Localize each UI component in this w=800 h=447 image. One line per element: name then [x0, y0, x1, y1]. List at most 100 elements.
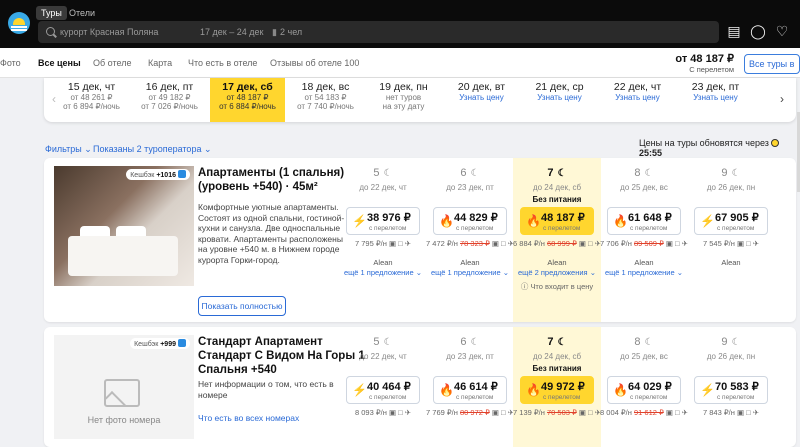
subnav-map[interactable]: Карта	[148, 58, 172, 68]
all-rooms-amenities-link[interactable]: Что есть во всех номерах	[198, 413, 299, 423]
logo[interactable]	[8, 12, 30, 34]
tab-hotels[interactable]: Отели	[64, 6, 100, 20]
nights-value: 5	[373, 336, 380, 348]
nights-value: 6	[460, 336, 467, 348]
lightning-icon: ⚡	[700, 214, 715, 228]
date-label: 15 дек, чт	[67, 81, 116, 93]
favorites-heart-icon[interactable]: ♡	[774, 24, 790, 38]
date-price-per-night: от 7 026 ₽/ночь	[141, 102, 198, 111]
filters-link[interactable]: Фильтры ⌄	[45, 144, 92, 155]
more-offers-link[interactable]: ещё 1 предложение ⌄	[600, 268, 688, 277]
moon-icon: ☾	[557, 168, 567, 179]
tour-price-label: с перелетом	[369, 225, 407, 232]
chat-icon[interactable]: ▤	[726, 24, 742, 38]
date-price-per-night: от 6 884 ₽/ночь	[219, 102, 276, 111]
whats-included-link[interactable]: ⓘ Что входит в цену	[513, 281, 601, 292]
tour-price-button[interactable]: ⚡ 70 583 ₽ с перелетом	[694, 376, 768, 404]
profile-icon[interactable]: ◯	[750, 24, 766, 38]
all-tours-button[interactable]: Все туры в	[744, 54, 800, 74]
nights-count: 6 ☾	[426, 336, 514, 348]
moon-icon: ☾	[470, 168, 480, 179]
nights-value: 9	[721, 167, 728, 179]
tour-price-button[interactable]: 🔥 61 648 ₽ с перелетом	[607, 207, 681, 235]
operators-filter[interactable]: Показаны 2 туроператора ⌄	[93, 144, 212, 155]
check-price-link[interactable]: Узнать цену	[678, 93, 753, 102]
more-offers-link[interactable]: ещё 1 предложение ⌄	[339, 268, 427, 277]
meal-type	[687, 195, 775, 207]
tour-price-button[interactable]: 🔥 44 829 ₽ с перелетом	[433, 207, 507, 235]
tour-price-button[interactable]: 🔥 64 029 ₽ с перелетом	[607, 376, 681, 404]
tour-price-label: с перелетом	[717, 225, 755, 232]
check-price-link[interactable]: Узнать цену	[522, 93, 597, 102]
search-field[interactable]: курорт Красная Поляна 17 дек – 24 дек ▮ …	[38, 21, 719, 43]
date-option[interactable]: 22 дек, чт Узнать цену	[600, 78, 675, 102]
cashback-badge: Кешбэк +999	[130, 338, 190, 349]
tour-end-date: до 25 дек, вс	[620, 352, 668, 361]
date-option[interactable]: 15 дек, чт от 48 261 ₽ от 6 894 ₽/ночь	[54, 78, 129, 111]
tour-price-button[interactable]: 🔥 48 187 ₽ с перелетом	[520, 207, 594, 235]
date-option[interactable]: 18 дек, вс от 54 183 ₽ от 7 740 ₽/ночь	[288, 78, 363, 111]
price-details: 7 706 ₽/н 89 509 ₽ ▣ □ ✈	[600, 239, 688, 248]
date-option[interactable]: 20 дек, вт Узнать цену	[444, 78, 519, 102]
hotel-subnav: Фото Все цены Об отеле Карта Что есть в …	[0, 48, 800, 78]
nights-count: 8 ☾	[600, 336, 688, 348]
tab-tours[interactable]: Туры	[36, 6, 67, 20]
subnav-reviews[interactable]: Отзывы об отеле 100	[270, 58, 359, 68]
tour-price-label: с перелетом	[543, 394, 581, 401]
tour-option: 5 ☾ до 22 дек, чт ⚡ 38 976 ₽ с перелетом 7 79…	[339, 158, 427, 322]
tour-price-label: с перелетом	[456, 225, 494, 232]
subnav-photo[interactable]: Фото	[0, 58, 21, 68]
tour-price-button[interactable]: ⚡ 67 905 ₽ с перелетом	[694, 207, 768, 235]
date-option[interactable]: 16 дек, пт от 49 182 ₽ от 7 026 ₽/ночь	[132, 78, 207, 111]
price-details: 7 472 ₽/н 78 323 ₽ ▣ □ ✈	[426, 239, 514, 248]
subnav-amenities[interactable]: Что есть в отеле	[188, 58, 257, 68]
price-per-night: 7 139 ₽/н	[513, 408, 545, 417]
min-price-value: от 48 187 ₽	[675, 53, 734, 65]
tour-price-label: с перелетом	[630, 394, 668, 401]
tour-price: 48 187 ₽	[541, 212, 585, 224]
more-offers-link[interactable]: ещё 1 предложение ⌄	[426, 268, 514, 277]
tour-price-button[interactable]: ⚡ 40 464 ₽ с перелетом	[346, 376, 420, 404]
nights-count: 6 ☾	[426, 167, 514, 179]
meal-type	[687, 364, 775, 376]
tour-price-button[interactable]: ⚡ 38 976 ₽ с перелетом	[346, 207, 420, 235]
moon-icon: ☾	[644, 168, 654, 179]
flight-hotel-icons: ▣ □ ✈	[736, 408, 760, 417]
cashback-label: Кешбэк	[134, 341, 159, 348]
no-photo-text: Нет фото номера	[87, 415, 161, 425]
subnav-all-prices[interactable]: Все цены	[38, 58, 81, 68]
subnav-about[interactable]: Об отеле	[93, 58, 131, 68]
check-price-link[interactable]: Узнать цену	[600, 93, 675, 102]
date-label: 22 дек, чт	[613, 81, 662, 93]
date-option[interactable]: 17 дек, сб от 48 187 ₽ от 6 884 ₽/ночь	[210, 78, 285, 122]
flight-hotel-icons: ▣ □ ✈	[578, 239, 601, 248]
tour-price: 44 829 ₽	[454, 212, 498, 224]
tour-price-button[interactable]: 🔥 46 614 ₽ с перелетом	[433, 376, 507, 404]
old-price: 80 972 ₽	[459, 408, 490, 417]
top-bar: Туры Отели курорт Красная Поляна 17 дек …	[0, 0, 800, 48]
moon-icon: ☾	[383, 168, 393, 179]
show-full-button[interactable]: Показать полностью	[198, 296, 286, 316]
date-price: нет туров	[385, 93, 422, 102]
tour-end-date: до 22 дек, чт	[359, 352, 407, 361]
tour-option: 7 ☾ до 24 дек, сб Без питания 🔥 48 187 ₽ с пе…	[513, 158, 601, 322]
next-date-arrow-icon[interactable]: ›	[780, 92, 784, 106]
tour-operator: Alean	[634, 258, 654, 267]
date-option[interactable]: 21 дек, ср Узнать цену	[522, 78, 597, 102]
room-photo[interactable]: Кешбэк +1016	[54, 166, 194, 286]
tour-price: 64 029 ₽	[628, 381, 672, 393]
more-offers-link[interactable]: ещё 2 предложения ⌄	[513, 268, 601, 277]
cashback-value: +999	[160, 341, 176, 348]
date-option[interactable]: 19 дек, пн нет туров на эту дату	[366, 78, 441, 111]
date-price-per-night: от 7 740 ₽/ночь	[297, 102, 354, 111]
tour-price-button[interactable]: 🔥 49 972 ₽ с перелетом	[520, 376, 594, 404]
moon-icon: ☾	[644, 337, 654, 348]
update-label: Цены на туры обновятся через	[639, 138, 769, 148]
date-option[interactable]: 23 дек, пт Узнать цену	[678, 78, 753, 102]
check-price-link[interactable]: Узнать цену	[444, 93, 519, 102]
tour-operator: Alean	[547, 258, 567, 267]
cashback-label: Кешбэк	[130, 172, 155, 179]
hot-deal-fire-icon: 🔥	[526, 214, 541, 228]
nights-count: 9 ☾	[687, 167, 775, 179]
nights-value: 5	[373, 167, 380, 179]
